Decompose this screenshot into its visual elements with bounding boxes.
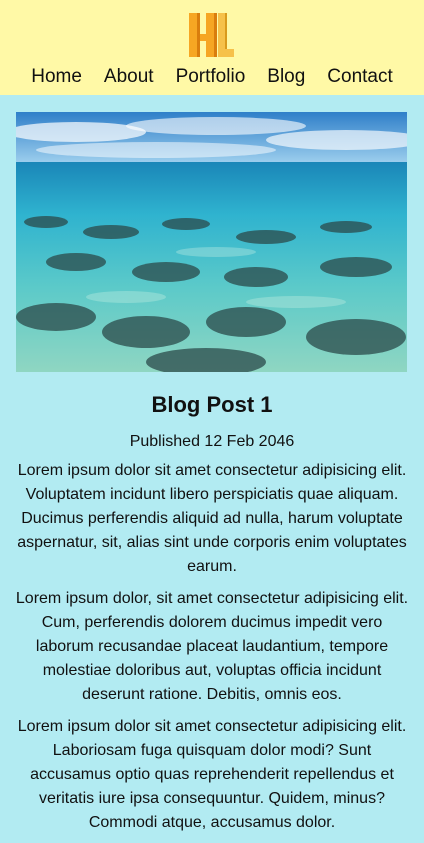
blog-post: Blog Post 1 Published 12 Feb 2046 Lorem … (14, 390, 410, 843)
ocean-reef-photo (16, 112, 407, 372)
nav-about-link[interactable]: About (93, 66, 165, 88)
nav-portfolio-link[interactable]: Portfolio (165, 66, 257, 88)
post-title: Blog Post 1 (151, 392, 273, 417)
nav-contact-link[interactable]: Contact (316, 66, 392, 88)
nav-home-link[interactable]: Home (31, 66, 93, 88)
post-paragraph: Lorem ipsum dolor sit amet consectetur a… (17, 718, 407, 831)
post-paragraph: Lorem ipsum dolor sit amet consectetur a… (17, 462, 407, 575)
nav-blog-link[interactable]: Blog (256, 66, 316, 88)
post-paragraph: Lorem ipsum dolor, sit amet consectetur … (15, 590, 409, 703)
hero-image (16, 112, 407, 372)
post-published-date: Published 12 Feb 2046 (129, 433, 295, 450)
site-header: Home About Portfolio Blog Contact (0, 0, 424, 95)
main-nav: Home About Portfolio Blog Contact (0, 66, 424, 88)
site-logo-icon[interactable] (185, 10, 237, 60)
